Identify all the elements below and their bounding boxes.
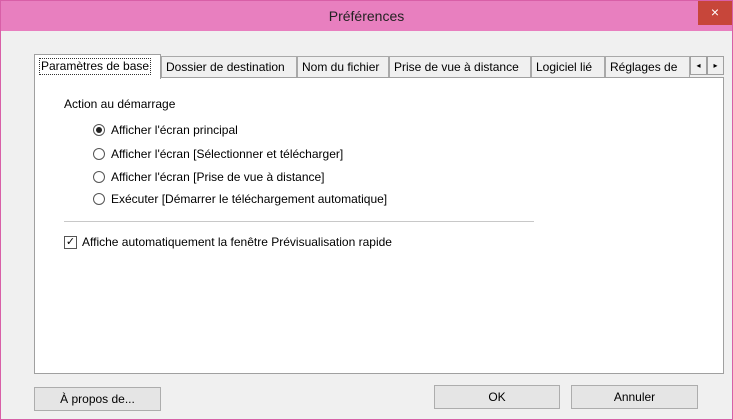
quick-preview-label: Affiche automatiquement la fenêtre Prévi… (82, 235, 392, 249)
quick-preview-option[interactable]: ✓ Affiche automatiquement la fenêtre Pré… (64, 235, 392, 249)
title-bar[interactable]: Préférences × (1, 1, 732, 31)
tab-reglages[interactable]: Réglages de (605, 56, 690, 78)
tab-label: Nom du fichier (302, 60, 380, 74)
close-icon: × (710, 4, 720, 20)
tab-label: Prise de vue à distance (394, 60, 519, 74)
radio-button[interactable] (93, 148, 105, 160)
preferences-dialog: Préférences × Paramètres de base Dossier… (0, 0, 733, 420)
cancel-button[interactable]: Annuler (571, 385, 698, 409)
window-title: Préférences (328, 8, 405, 24)
radio-button[interactable] (93, 193, 105, 205)
tab-logiciel-lie[interactable]: Logiciel lié (531, 56, 605, 78)
radio-button[interactable] (93, 171, 105, 183)
tab-label: Réglages de (610, 60, 678, 74)
radio-main-screen[interactable]: Afficher l'écran principal (93, 122, 238, 138)
arrow-right-icon: ▸ (713, 61, 718, 70)
tab-label: Logiciel lié (536, 60, 593, 74)
close-button[interactable]: × (698, 1, 732, 25)
ok-button[interactable]: OK (434, 385, 560, 409)
tab-panel-basic-settings: Action au démarrage Afficher l'écran pri… (34, 77, 724, 374)
tab-scroll-right-button[interactable]: ▸ (707, 56, 724, 75)
radio-label: Exécuter [Démarrer le téléchargement aut… (111, 192, 388, 206)
tab-dossier-de-destination[interactable]: Dossier de destination (161, 56, 297, 78)
tab-scroll-buttons: ◂ ▸ (690, 56, 724, 75)
tab-label: Dossier de destination (166, 60, 285, 74)
tab-nom-du-fichier[interactable]: Nom du fichier (297, 56, 389, 78)
tab-strip: Paramètres de base Dossier de destinatio… (34, 54, 724, 79)
tab-prise-de-vue-a-distance[interactable]: Prise de vue à distance (389, 56, 531, 78)
tab-scroll-left-button[interactable]: ◂ (690, 56, 707, 75)
radio-button[interactable] (93, 124, 105, 136)
arrow-left-icon: ◂ (696, 61, 701, 70)
radio-select-download-screen[interactable]: Afficher l'écran [Sélectionner et téléch… (93, 146, 343, 162)
divider (64, 221, 534, 222)
radio-label: Afficher l'écran [Sélectionner et téléch… (111, 147, 344, 161)
radio-auto-download[interactable]: Exécuter [Démarrer le téléchargement aut… (93, 191, 387, 207)
quick-preview-checkbox[interactable]: ✓ (64, 235, 77, 249)
tab-parametres-de-base[interactable]: Paramètres de base (34, 54, 161, 79)
tab-label: Paramètres de base (39, 58, 152, 75)
radio-label: Afficher l'écran principal (111, 123, 238, 137)
checkmark-icon: ✓ (65, 235, 76, 248)
about-button[interactable]: À propos de... (34, 387, 161, 411)
radio-remote-shooting-screen[interactable]: Afficher l'écran [Prise de vue à distanc… (93, 169, 325, 185)
startup-action-label: Action au démarrage (64, 97, 176, 111)
radio-label: Afficher l'écran [Prise de vue à distanc… (111, 170, 325, 184)
